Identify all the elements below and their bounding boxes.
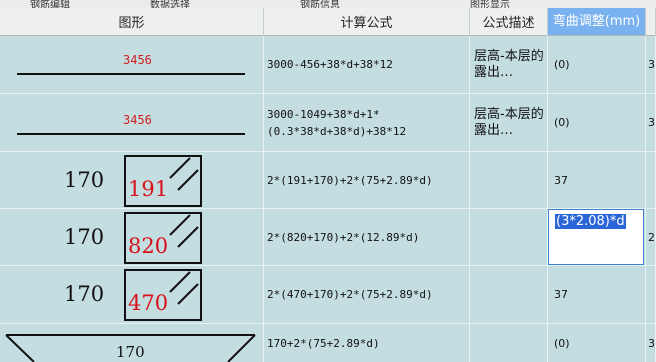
bend-adjust-editor[interactable]: (3*2.08)*d [548, 209, 644, 265]
extra-cell[interactable]: 2 [646, 209, 656, 265]
extra-cell[interactable] [646, 152, 656, 208]
description-cell[interactable] [470, 152, 548, 208]
column-header-shape[interactable]: 图形 [0, 8, 264, 36]
extra-cell[interactable]: 3 [646, 36, 656, 93]
shape-cell: 170 191 [0, 152, 264, 208]
extra-cell[interactable]: 3 [646, 94, 656, 151]
rebar-grid: 图形 计算公式 公式描述 弯曲调整(mm) 3456 3000-456+38*d… [0, 8, 656, 362]
table-row[interactable]: 3456 3000-456+38*d+38*12 层高-本层的露出… (0) 3 [0, 36, 656, 94]
straight-bar-icon [17, 133, 245, 135]
bend-adjust-cell[interactable]: (0) [548, 36, 646, 93]
shape-cell: 3456 [0, 36, 264, 93]
column-header-bend-adjust[interactable]: 弯曲调整(mm) [548, 8, 646, 36]
shape-cell: 170 820 [0, 209, 264, 265]
description-cell[interactable]: 层高-本层的露出… [470, 94, 548, 151]
table-row[interactable]: 170 191 2*(191+170)+2*(75+2.89*d) 37 [0, 152, 656, 209]
shape-cell: 170 [0, 324, 264, 362]
column-header-formula[interactable]: 计算公式 [264, 8, 470, 36]
straight-bar-icon [17, 73, 245, 75]
shape-cell: 3456 [0, 94, 264, 151]
table-row[interactable]: 3456 3000-1049+38*d+1*(0.3*38*d+38*d)+38… [0, 94, 656, 152]
description-cell[interactable] [470, 209, 548, 265]
formula-cell[interactable]: 170+2*(75+2.89*d) [264, 324, 470, 362]
formula-cell[interactable]: 2*(820+170)+2*(12.89*d) [264, 209, 470, 265]
stirrup-inner-label: 470 [128, 291, 169, 315]
formula-cell[interactable]: 3000-456+38*d+38*12 [264, 36, 470, 93]
shape-length-label: 170 [116, 343, 145, 361]
bend-adjust-cell[interactable]: (0) [548, 324, 646, 362]
bend-adjust-cell[interactable]: 37 [548, 152, 646, 208]
stirrup-inner-label: 191 [128, 177, 169, 201]
table-row[interactable]: 170 170+2*(75+2.89*d) (0) 3 [0, 324, 656, 362]
formula-cell[interactable]: 2*(470+170)+2*(75+2.89*d) [264, 266, 470, 323]
column-header-description[interactable]: 公式描述 [470, 8, 548, 36]
bend-adjust-cell[interactable]: (0) [548, 94, 646, 151]
stirrup-inner-label: 820 [128, 234, 169, 258]
extra-cell[interactable]: 3 [646, 324, 656, 362]
shape-cell: 170 470 [0, 266, 264, 323]
formula-cell[interactable]: 2*(191+170)+2*(75+2.89*d) [264, 152, 470, 208]
description-cell[interactable] [470, 324, 548, 362]
bend-adjust-cell[interactable]: 37 [548, 266, 646, 323]
formula-cell[interactable]: 3000-1049+38*d+1*(0.3*38*d+38*d)+38*12 [264, 94, 470, 151]
description-cell[interactable] [470, 266, 548, 323]
extra-cell[interactable] [646, 266, 656, 323]
bend-adjust-editor-text[interactable]: (3*2.08)*d [555, 214, 626, 229]
table-row[interactable]: 170 470 2*(470+170)+2*(75+2.89*d) 37 [0, 266, 656, 324]
description-cell[interactable]: 层高-本层的露出… [470, 36, 548, 93]
column-header-extra[interactable] [646, 8, 656, 36]
